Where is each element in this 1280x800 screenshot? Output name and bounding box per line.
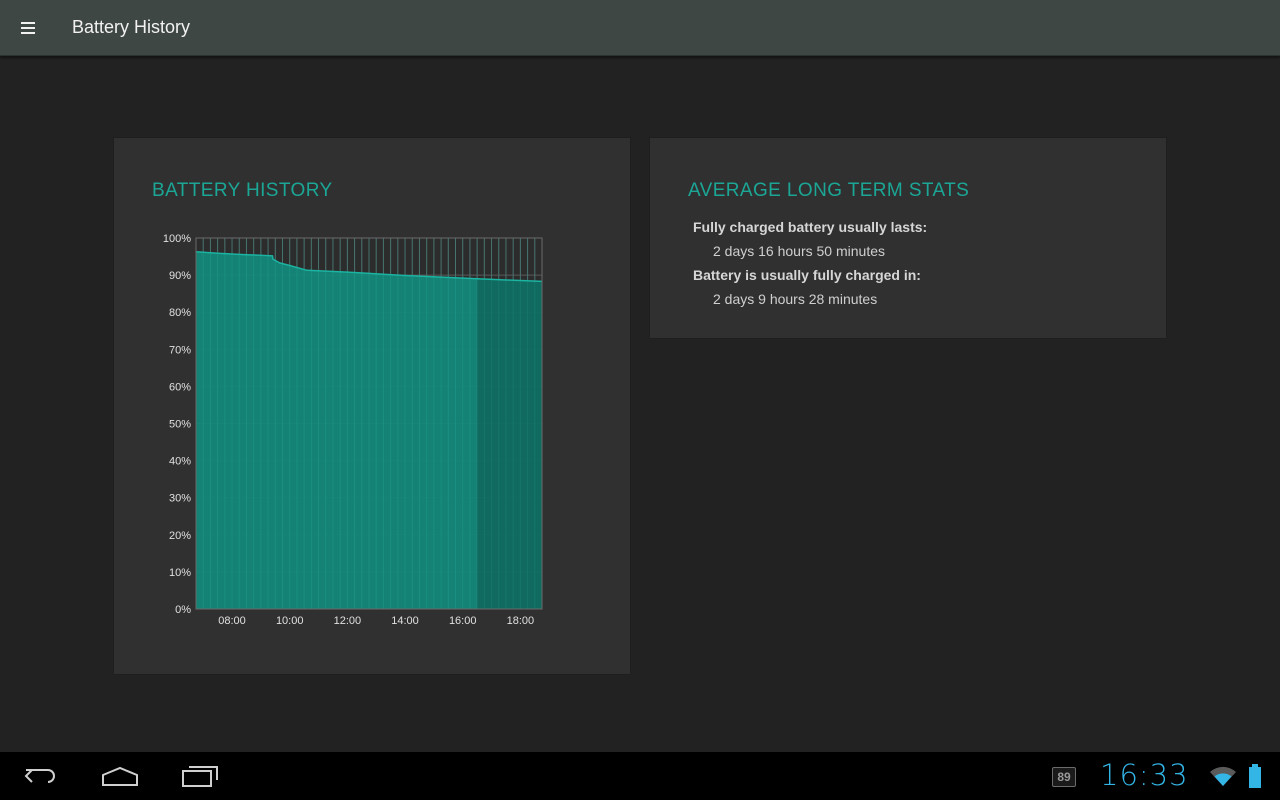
battery-history-card: BATTERY HISTORY 0% 10% 20% 30% 40% 50% 60% 70% 8…: [114, 138, 630, 674]
wifi-icon: [1210, 766, 1236, 786]
page-title: Battery History: [72, 17, 191, 37]
y-tick-label: 100%: [163, 233, 191, 245]
system-nav-bar: [0, 752, 1280, 800]
y-tick-label: 50%: [169, 419, 191, 431]
action-bar: Battery History: [0, 0, 1280, 56]
long-term-stats-card: AVERAGE LONG TERM STATS Fully charged ba…: [650, 138, 1166, 338]
battery-icon: [1249, 764, 1261, 788]
y-tick-label: 90%: [169, 270, 191, 282]
status-clock[interactable]: 16:33: [1100, 758, 1189, 792]
y-tick-label: 60%: [169, 381, 191, 393]
full-charge-duration-value: 2 days 16 hours 50 minutes: [713, 243, 885, 259]
chart-shaded-region: [477, 278, 542, 609]
x-tick-label: 10:00: [276, 615, 304, 627]
y-tick-label: 20%: [169, 530, 191, 542]
x-tick-label: 08:00: [218, 615, 246, 627]
notification-count-badge[interactable]: 89: [1052, 767, 1076, 787]
long-term-stats-title: AVERAGE LONG TERM STATS: [688, 180, 970, 201]
charge-time-label: Battery is usually fully charged in:: [693, 267, 921, 283]
hamburger-menu-icon[interactable]: [10, 10, 46, 46]
y-tick-label: 40%: [169, 456, 191, 468]
y-tick-label: 80%: [169, 307, 191, 319]
y-tick-label: 10%: [169, 567, 191, 579]
recent-apps-icon[interactable]: [172, 752, 228, 800]
x-tick-label: 18:00: [507, 615, 535, 627]
y-tick-label: 30%: [169, 493, 191, 505]
charge-time-value: 2 days 9 hours 28 minutes: [713, 291, 878, 307]
battery-history-chart: 0% 10% 20% 30% 40% 50% 60% 70% 80% 90% 100% 08:00 10…: [163, 233, 543, 627]
x-tick-label: 14:00: [391, 615, 419, 627]
back-icon[interactable]: [12, 752, 68, 800]
x-tick-label: 12:00: [334, 615, 362, 627]
home-icon[interactable]: [92, 752, 148, 800]
x-tick-label: 16:00: [449, 615, 477, 627]
y-tick-label: 0%: [175, 604, 191, 616]
full-charge-duration-label: Fully charged battery usually lasts:: [693, 219, 928, 235]
y-tick-label: 70%: [169, 344, 191, 356]
